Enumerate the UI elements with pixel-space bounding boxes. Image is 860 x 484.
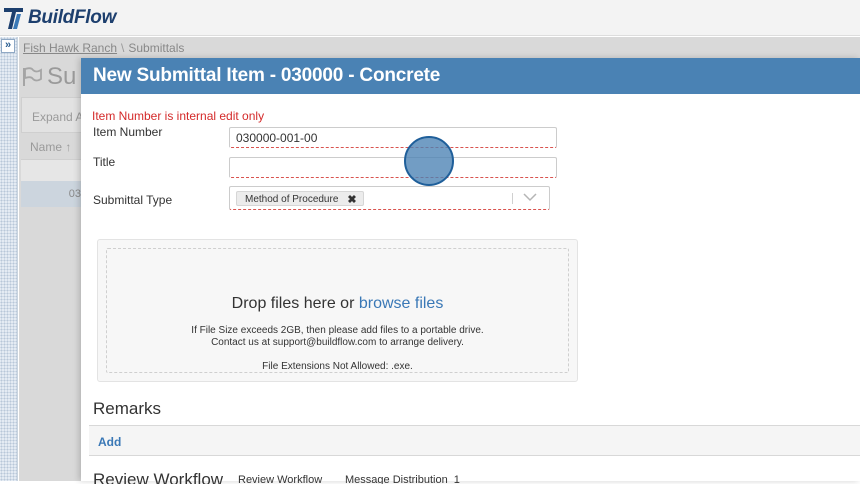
dropzone-extensions-note: File Extensions Not Allowed: .exe.: [262, 361, 413, 372]
submittal-type-chip: Method of Procedure ✖: [236, 191, 364, 206]
title-input[interactable]: [229, 157, 557, 178]
remove-chip-icon[interactable]: ✖: [347, 193, 356, 206]
page-title: Su: [21, 63, 76, 91]
buildflow-logo-icon: [4, 8, 23, 29]
add-remark-button[interactable]: Add: [98, 435, 121, 449]
item-number-notice: Item Number is internal edit only: [92, 109, 265, 123]
chevron-down-icon[interactable]: [523, 192, 537, 202]
chip-label: Method of Procedure: [245, 193, 339, 205]
title-label: Title: [93, 155, 116, 169]
app-header: BuildFlow: [0, 0, 860, 36]
message-distribution-count: 1: [453, 474, 460, 484]
dropzone-prefix: Drop files here or: [231, 295, 359, 312]
submittal-type-label: Submittal Type: [93, 193, 173, 207]
dropzone-main-text: Drop files here or browse files: [107, 295, 568, 313]
review-workflow-title: Review Workflow: [93, 470, 224, 484]
browse-files-link[interactable]: browse files: [359, 295, 443, 312]
dropzone-contact-note: Contact us at support@buildflow.com to a…: [211, 337, 464, 348]
file-dropzone[interactable]: Drop files here or browse files If File …: [97, 239, 578, 382]
dropzone-inner: Drop files here or browse files If File …: [106, 248, 569, 373]
page-title-text: Su: [47, 63, 77, 90]
expand-sidebar-button[interactable]: »: [1, 39, 15, 53]
remarks-title: Remarks: [93, 399, 162, 418]
table-row[interactable]: 03: [21, 181, 83, 207]
breadcrumb-separator: \: [121, 41, 125, 55]
dialog-header: New Submittal Item - 030000 - Concrete: [81, 58, 860, 94]
table-row: [21, 159, 83, 181]
name-column-label: Name ↑: [30, 140, 72, 154]
left-rail: »: [0, 37, 18, 481]
submittal-type-select[interactable]: Method of Procedure ✖: [229, 186, 550, 210]
expand-all-label: Expand A: [32, 110, 84, 124]
item-number-label: Item Number: [93, 125, 163, 139]
tab-review-workflow[interactable]: Review Workflow: [238, 474, 322, 484]
tab-message-distribution[interactable]: Message Distribution 1: [345, 474, 460, 484]
logo-text: BuildFlow: [28, 7, 117, 28]
dialog-title: New Submittal Item - 030000 - Concrete: [93, 65, 441, 86]
remarks-toolbar: Add: [89, 425, 860, 456]
select-divider: [512, 193, 513, 204]
breadcrumb-current: Submittals: [128, 41, 185, 55]
message-distribution-label: Message Distribution: [345, 474, 448, 484]
buildflow-logo[interactable]: BuildFlow: [2, 4, 116, 32]
breadcrumb: Fish Hawk Ranch \ Submittals: [23, 41, 184, 55]
breadcrumb-project-link[interactable]: Fish Hawk Ranch: [23, 41, 117, 55]
review-workflow-section: Review Workflow Review Workflow Message …: [93, 470, 793, 484]
row-number: 03: [68, 188, 81, 200]
name-column-header[interactable]: Name ↑: [21, 137, 83, 157]
new-submittal-item-dialog: New Submittal Item - 030000 - Concrete I…: [81, 58, 860, 484]
item-number-input[interactable]: [229, 127, 557, 148]
flag-icon: [23, 67, 42, 86]
dropzone-size-note: If File Size exceeds 2GB, then please ad…: [191, 325, 484, 336]
double-chevron-right-icon: »: [4, 39, 12, 51]
